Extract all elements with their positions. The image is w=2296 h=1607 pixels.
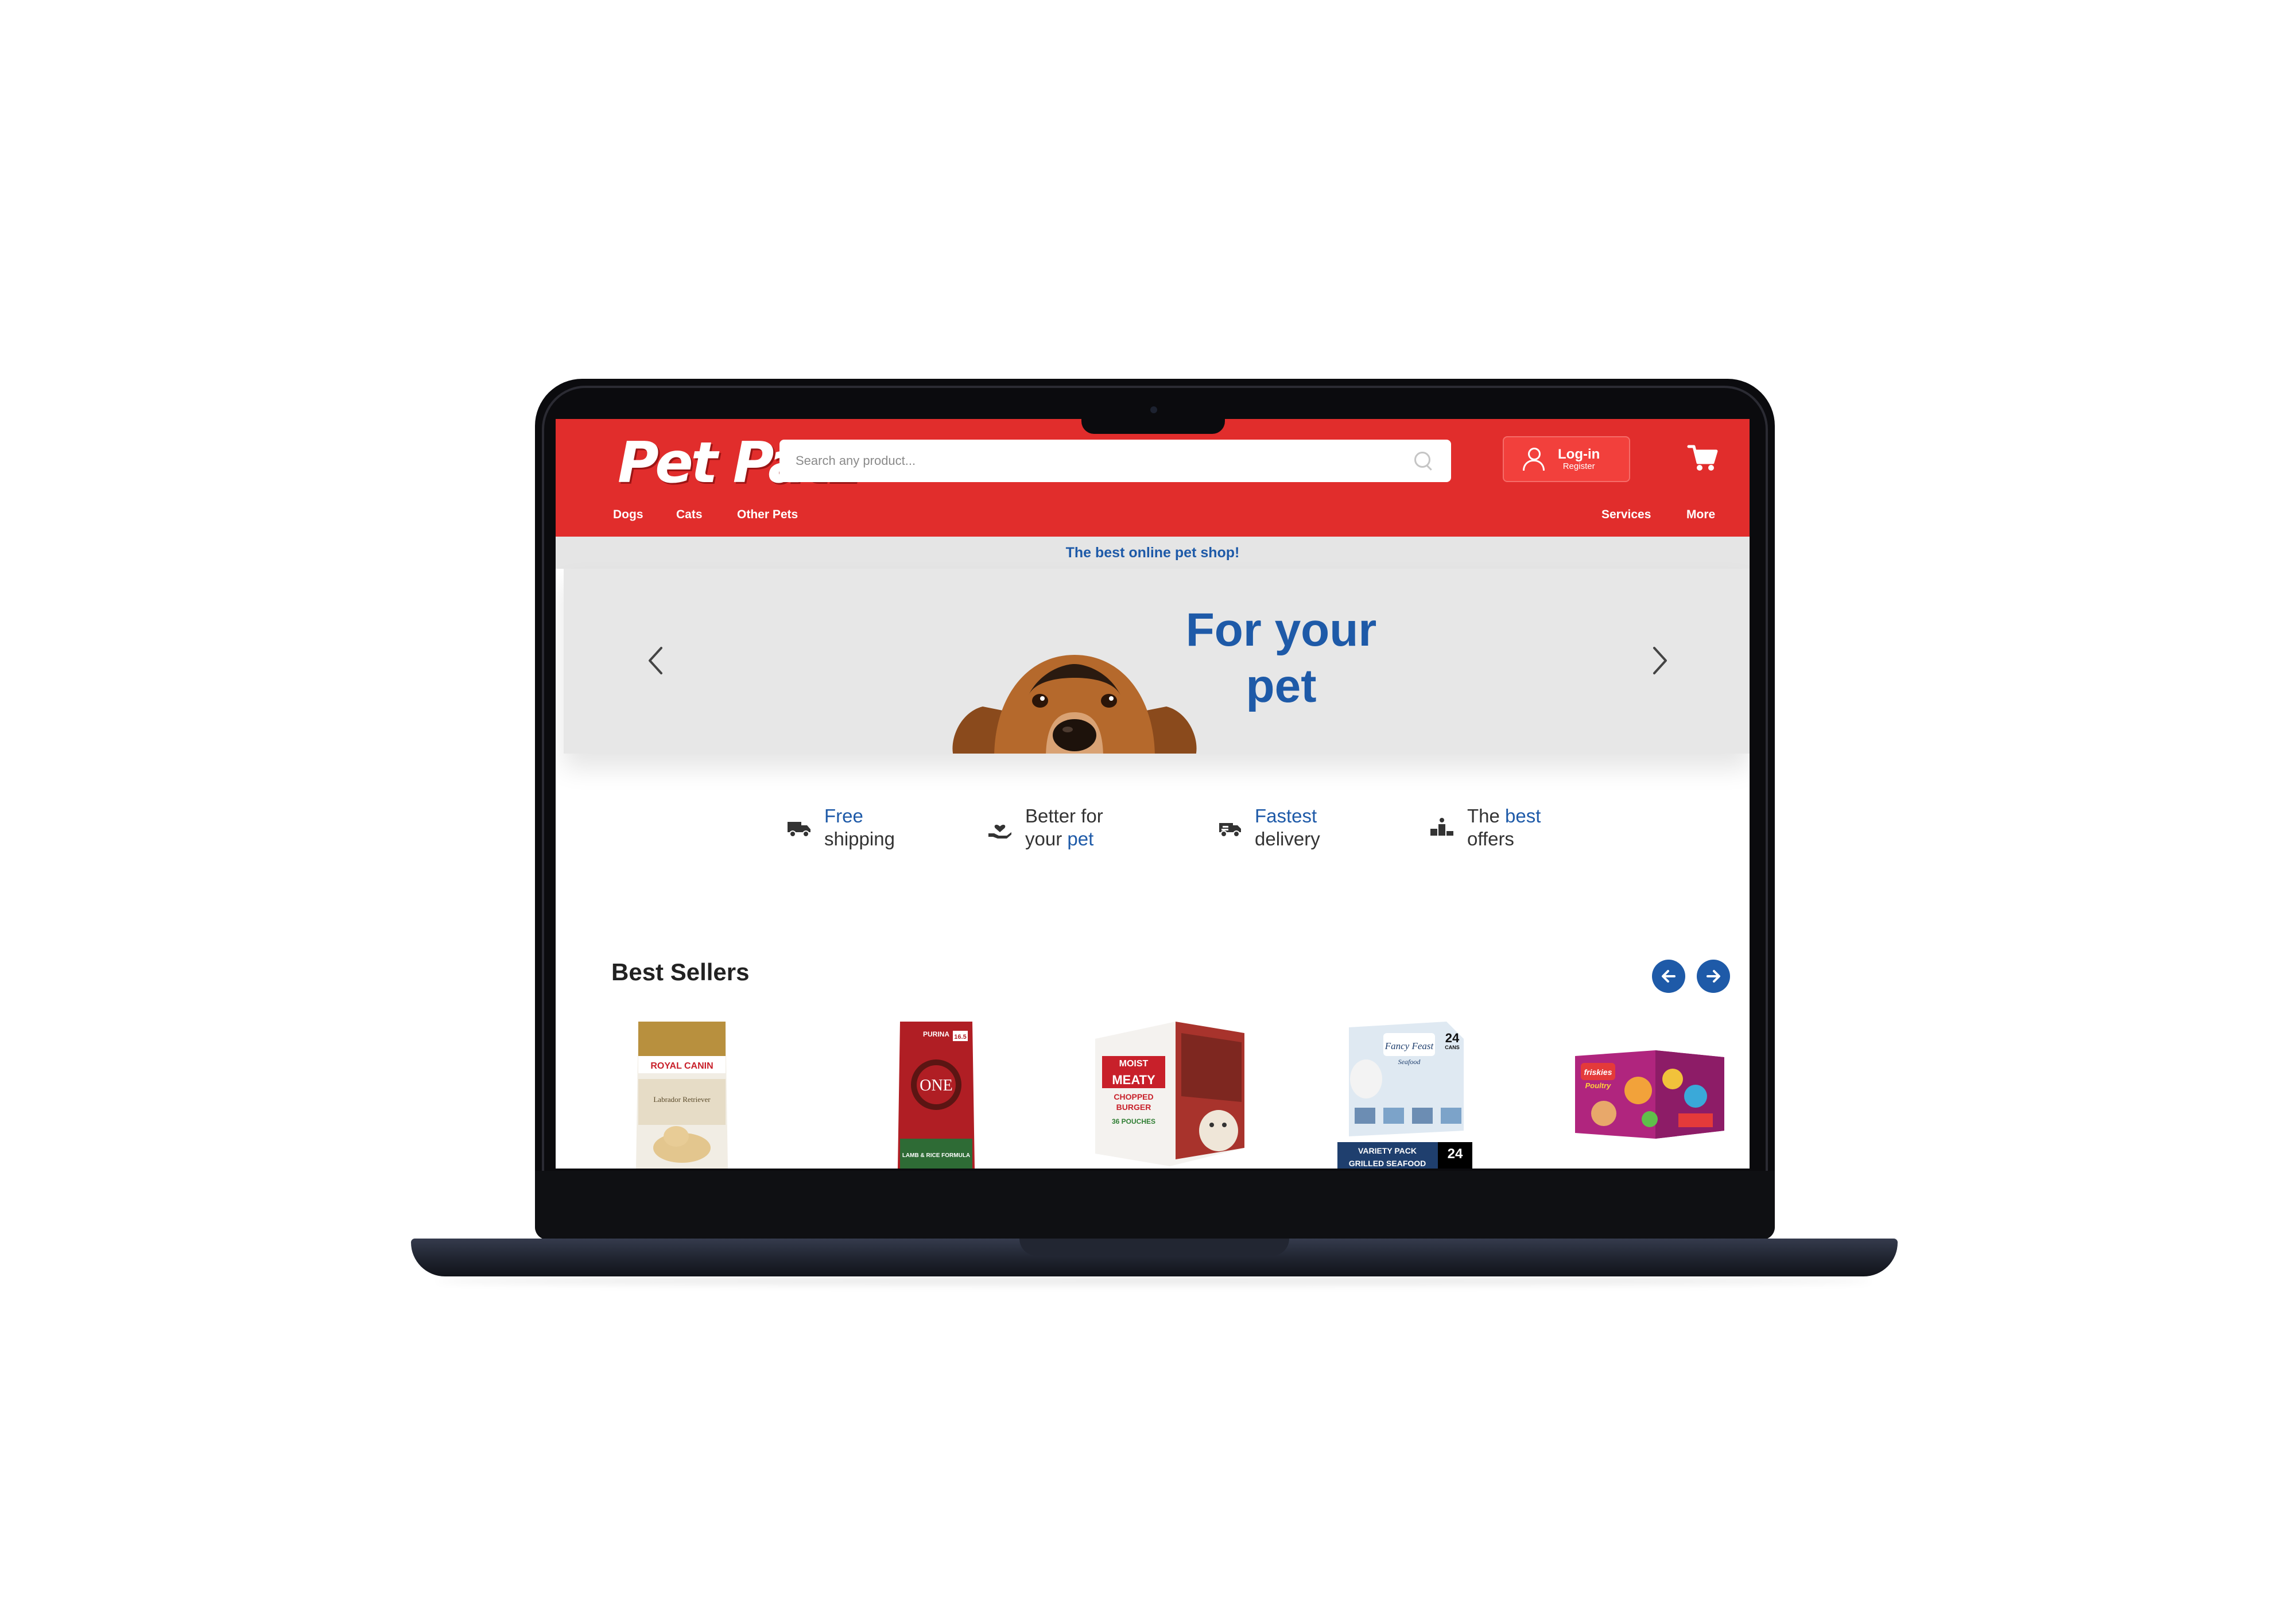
nav-services[interactable]: Services [1601, 508, 1651, 522]
fast-truck-icon [1216, 814, 1243, 841]
hero-title-line1: For your [1185, 604, 1377, 656]
feature-text: Better for your pet [1025, 805, 1103, 850]
product-variant-line2: BURGER [1116, 1103, 1151, 1112]
product-name: friskies [1584, 1068, 1612, 1077]
feature-line2: delivery [1255, 828, 1320, 849]
product-card-royal-canin[interactable]: ROYAL CANIN Labrador Retriever [630, 1016, 734, 1169]
feature-line2-highlight: pet [1067, 828, 1094, 849]
feature-text: The best offers [1467, 805, 1541, 850]
product-variant-line1: CHOPPED [1114, 1092, 1153, 1101]
search-input[interactable] [796, 453, 1412, 468]
feature-line1-highlight: best [1505, 805, 1541, 826]
feature-line2: offers [1467, 828, 1514, 849]
nav-dogs[interactable]: Dogs [613, 508, 643, 522]
register-label: Register [1562, 461, 1595, 471]
chevron-right-icon[interactable] [1643, 638, 1677, 684]
user-icon [1521, 447, 1546, 472]
feature-line1: The best [1467, 805, 1541, 828]
product-card-moist-meaty[interactable]: MOIST MEATY CHOPPED BURGER 36 POUCHES [1089, 1016, 1250, 1169]
podium-icon [1428, 814, 1456, 841]
laptop-chin [535, 1171, 1775, 1240]
product-count-unit: CANS [1445, 1045, 1460, 1050]
camera-icon [1150, 406, 1157, 413]
product-banner-count: 24 [1448, 1146, 1463, 1162]
feature-best-offers: The best offers [1428, 805, 1541, 850]
nav-more[interactable]: More [1686, 508, 1715, 522]
search-icon[interactable] [1412, 449, 1435, 472]
product-banner-sub: GRILLED SEAFOOD [1349, 1159, 1426, 1168]
nav-cats[interactable]: Cats [676, 508, 703, 522]
truck-icon [785, 814, 813, 841]
product-card-purina-one[interactable]: PURINA 16.5 ONE LAMB & RICE FORMULA [893, 1016, 979, 1169]
site-header: Pet Patz Log-in Register Dogs Cats Other… [556, 419, 1750, 537]
product-name: ONE [920, 1077, 953, 1094]
cart-icon[interactable] [1686, 442, 1719, 474]
login-label-group: Log-in Register [1558, 447, 1600, 472]
feature-line1: Fastest [1255, 805, 1317, 826]
browser-screen: Pet Patz Log-in Register Dogs Cats Other… [556, 419, 1750, 1169]
product-brand: PURINA [923, 1030, 949, 1038]
login-button[interactable]: Log-in Register [1503, 436, 1630, 482]
product-name: Fancy Feast [1384, 1041, 1434, 1051]
feature-line1: Free [824, 805, 863, 826]
product-card-friskies[interactable]: friskies Poultry [1569, 1016, 1730, 1169]
arrow-left-icon [1662, 970, 1676, 983]
tagline-text: The best online pet shop! [1065, 544, 1240, 561]
feature-line1-a: The [1467, 805, 1506, 826]
product-name-line1: MOIST [1119, 1059, 1149, 1069]
product-card-fancy-feast[interactable]: Fancy Feast Seafood 24 CANS VARIETY PACK… [1332, 1016, 1481, 1169]
feature-line2: your pet [1025, 828, 1103, 851]
login-label: Log-in [1558, 446, 1600, 462]
hand-heart-icon [986, 814, 1014, 841]
arrow-right-icon [1707, 970, 1720, 983]
hero-title-line2: pet [1246, 660, 1317, 713]
hero-banner: For your pet [564, 569, 1750, 754]
carousel-prev-button[interactable] [1652, 960, 1685, 993]
best-sellers-title: Best Sellers [611, 958, 750, 985]
feature-line1: Better for [1025, 805, 1103, 826]
feature-text: Free shipping [824, 805, 895, 850]
product-brand: ROYAL CANIN [650, 1061, 713, 1071]
feature-better-for-pet: Better for your pet [986, 805, 1103, 850]
carousel-next-button[interactable] [1697, 960, 1730, 993]
feature-free-shipping: Free shipping [785, 805, 895, 850]
nav-other-pets[interactable]: Other Pets [737, 508, 798, 522]
product-banner: VARIETY PACK [1358, 1146, 1417, 1155]
search-bar[interactable] [779, 440, 1451, 482]
tagline-bar: The best online pet shop! [556, 537, 1750, 569]
product-name-line2: MEATY [1112, 1073, 1155, 1087]
hero-title: For your pet [1161, 602, 1402, 715]
product-count: 36 POUCHES [1112, 1117, 1155, 1125]
product-name: Labrador Retriever [653, 1095, 711, 1104]
feature-line2-a: your [1025, 828, 1068, 849]
feature-line2: shipping [824, 828, 895, 849]
feature-text: Fastest delivery [1255, 805, 1320, 850]
product-variant: Poultry [1585, 1081, 1612, 1090]
chevron-left-icon[interactable] [638, 638, 673, 684]
product-weight-badge: 16.5 [954, 1034, 966, 1041]
product-variant: LAMB & RICE FORMULA [902, 1152, 970, 1159]
laptop-base-notch [1019, 1239, 1289, 1256]
product-variant: Seafood [1398, 1058, 1421, 1066]
laptop-shadow [436, 1276, 1871, 1286]
feature-fastest-delivery: Fastest delivery [1216, 805, 1320, 850]
product-count: 24 [1445, 1031, 1460, 1045]
